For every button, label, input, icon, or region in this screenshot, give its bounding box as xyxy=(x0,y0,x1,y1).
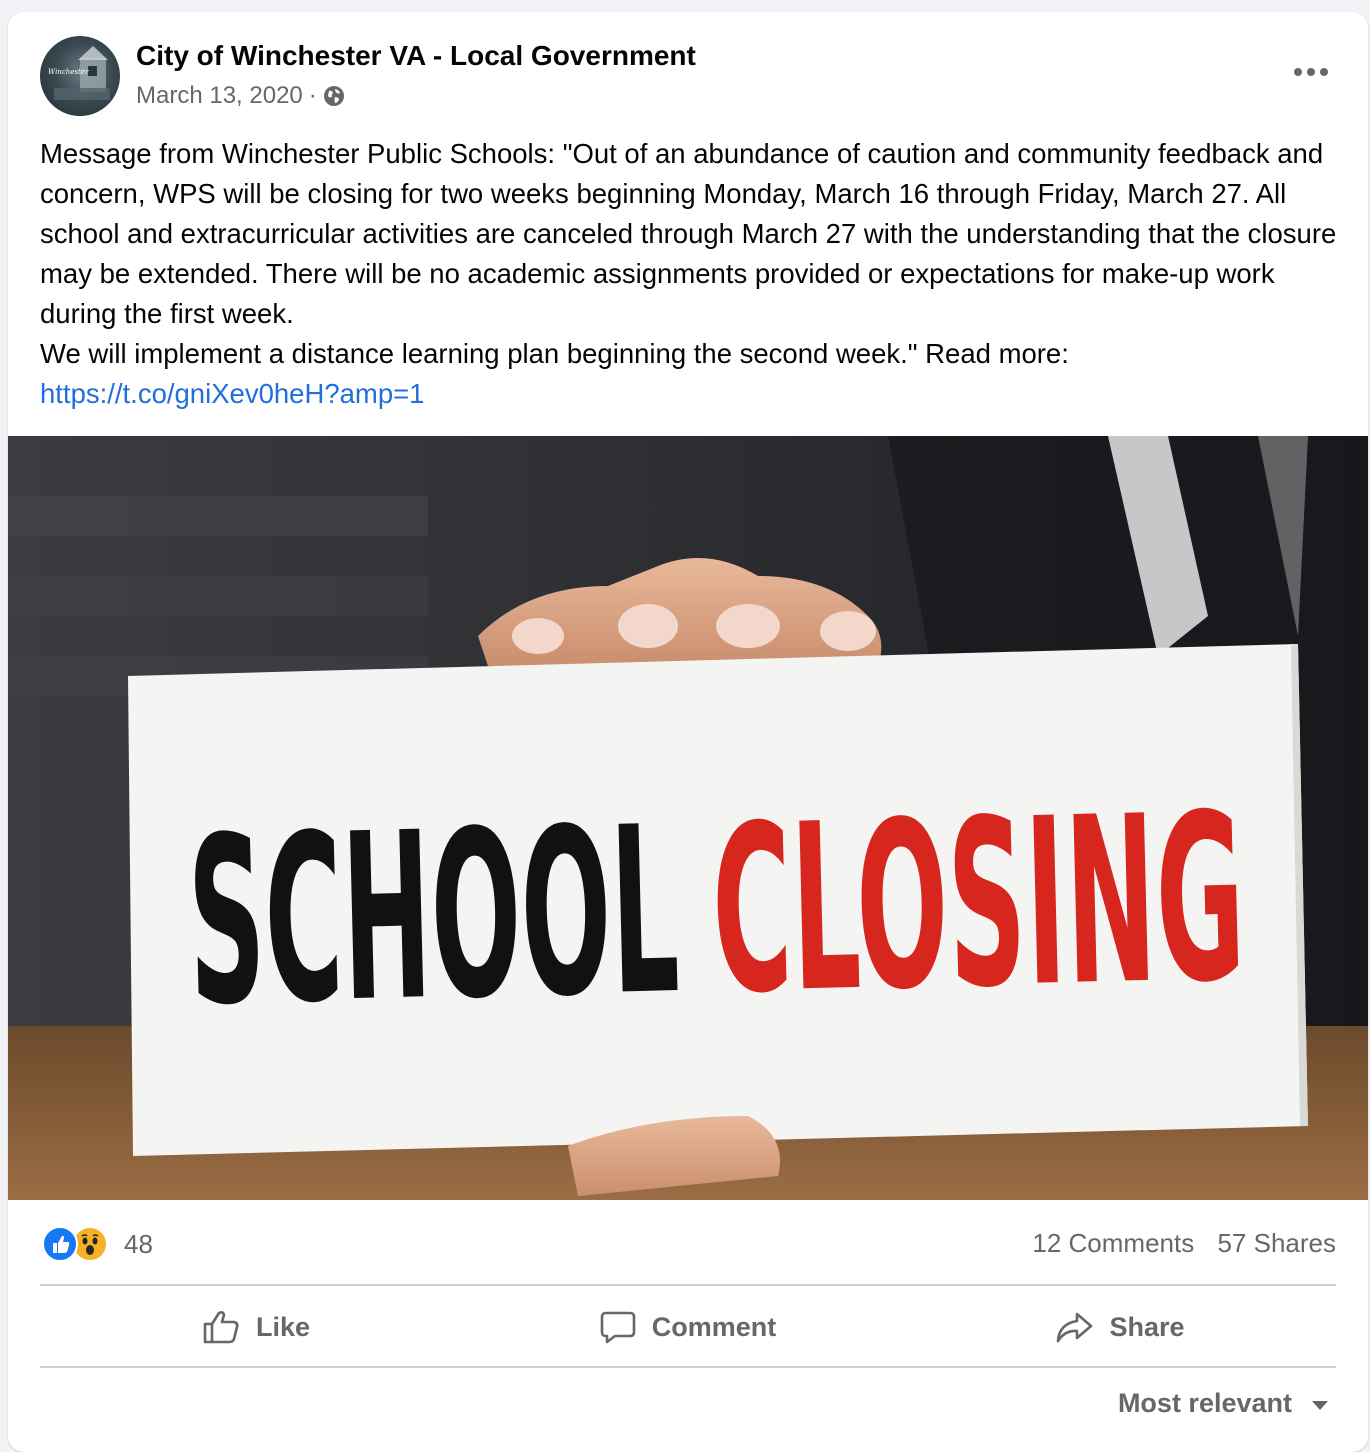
share-arrow-icon xyxy=(1057,1312,1093,1343)
reactions-summary[interactable]: 48 xyxy=(42,1226,153,1262)
post-paragraph: Message from Winchester Public Schools: … xyxy=(40,138,1337,329)
post-link[interactable]: https://t.co/gniXev0heH?amp=1 xyxy=(40,378,424,409)
meta-separator: · xyxy=(308,82,317,109)
post-date[interactable]: March 13, 2020 xyxy=(136,82,303,110)
avatar-image: Winchester xyxy=(48,46,110,100)
sign-word-closing: CLOSING xyxy=(709,766,1247,1046)
caret-down-icon xyxy=(1312,1401,1328,1410)
comment-sort-dropdown[interactable]: Most relevant xyxy=(1118,1388,1328,1419)
engagement-counts: 12 Comments 57 Shares xyxy=(1016,1228,1336,1259)
more-options-button[interactable] xyxy=(1294,64,1328,80)
reaction-count: 48 xyxy=(124,1228,153,1259)
thumbs-up-icon xyxy=(203,1311,239,1344)
like-button[interactable]: Like xyxy=(40,1288,472,1366)
more-dot-icon xyxy=(1307,68,1315,76)
more-dot-icon xyxy=(1294,68,1302,76)
post-meta: March 13, 2020 · xyxy=(136,82,345,110)
comment-button[interactable]: Comment xyxy=(472,1288,904,1366)
post-header: Winchester City of Winchester VA - Local… xyxy=(8,12,1368,132)
comment-bubble-icon xyxy=(600,1311,636,1344)
avatar-logo-text: Winchester xyxy=(48,68,89,76)
post-stats: 48 12 Comments 57 Shares xyxy=(8,1200,1368,1286)
divider xyxy=(40,1284,1336,1286)
more-dot-icon xyxy=(1320,68,1328,76)
share-label: Share xyxy=(1109,1311,1185,1342)
divider xyxy=(40,1366,1336,1368)
action-bar: Like Comment Share xyxy=(40,1288,1336,1366)
shares-count-link[interactable]: 57 Shares xyxy=(1217,1228,1336,1258)
share-button[interactable]: Share xyxy=(904,1288,1336,1366)
sort-label: Most relevant xyxy=(1117,1388,1292,1418)
post-paragraph: We will implement a distance learning pl… xyxy=(40,338,1069,369)
post-card: Winchester City of Winchester VA - Local… xyxy=(8,12,1368,1452)
post-photo[interactable]: SCHOOL CLOSING xyxy=(8,436,1368,1200)
school-closing-image: SCHOOL CLOSING xyxy=(8,436,1368,1200)
comments-count-link[interactable]: 12 Comments xyxy=(1032,1228,1194,1258)
page-name-link[interactable]: City of Winchester VA - Local Government xyxy=(136,40,696,72)
post-message: Message from Winchester Public Schools: … xyxy=(40,134,1340,414)
globe-icon xyxy=(323,85,345,107)
page-avatar[interactable]: Winchester xyxy=(40,36,120,116)
comment-label: Comment xyxy=(651,1311,777,1342)
like-label: Like xyxy=(255,1311,311,1342)
sign-word-school: SCHOOL xyxy=(185,778,681,1057)
like-reaction-icon xyxy=(42,1226,78,1262)
